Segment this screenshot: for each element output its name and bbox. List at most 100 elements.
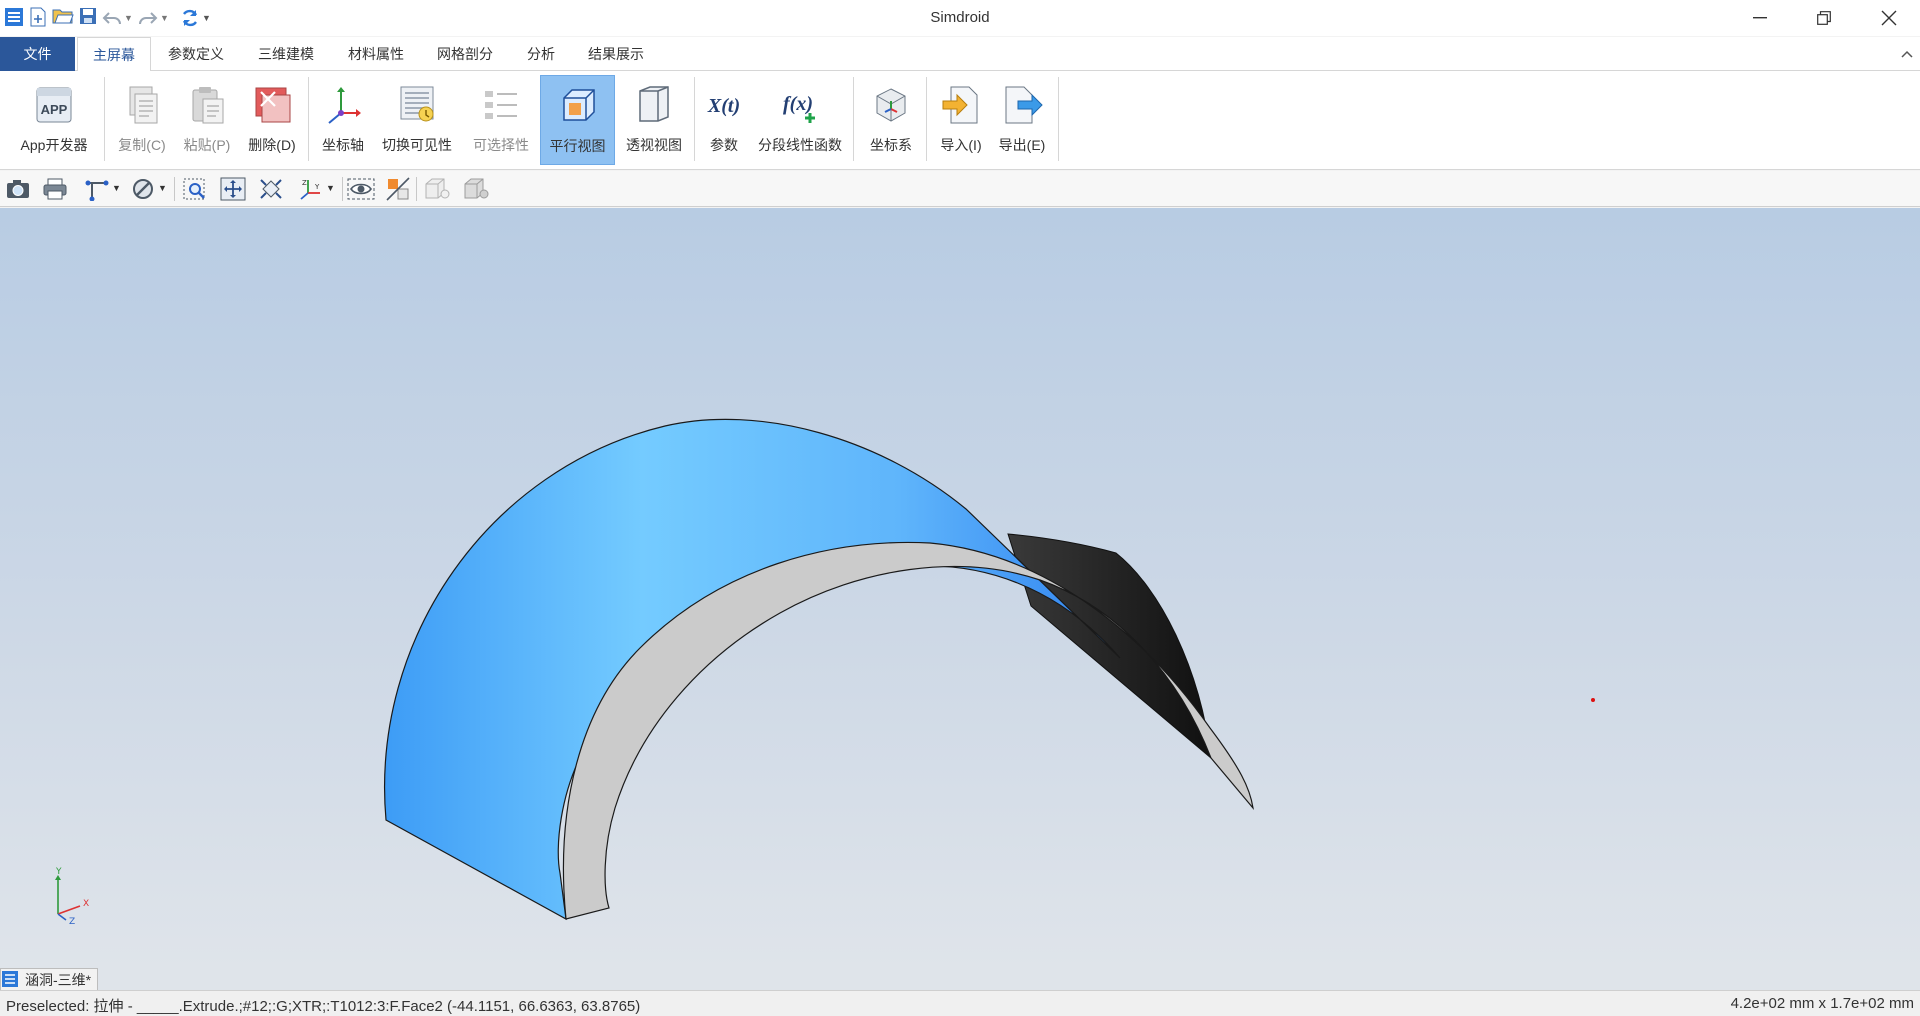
axis-button[interactable]: 坐标轴 [314, 75, 372, 165]
tab-file[interactable]: 文件 [0, 37, 75, 71]
redo-icon[interactable] [136, 7, 160, 29]
copy-button[interactable]: 复制(C) [111, 75, 173, 165]
toolbar-separator [174, 177, 175, 201]
show-hide-eye-icon[interactable] [346, 175, 376, 203]
copy-icon [120, 83, 164, 127]
save-icon[interactable] [76, 7, 100, 29]
view-toolbar: ▼ ▼ ZY ▼ [0, 171, 1920, 207]
svg-text:Y: Y [55, 867, 62, 877]
open-folder-icon[interactable] [50, 7, 76, 29]
window-title: Simdroid [930, 9, 990, 26]
app-developer-button[interactable]: APP App开发器 [10, 75, 98, 165]
coordinate-system-button[interactable]: 坐标系 [860, 75, 922, 165]
paste-button[interactable]: 粘贴(P) [176, 75, 238, 165]
selectability-icon [479, 83, 523, 127]
pick-point-marker [1591, 698, 1595, 702]
print-icon[interactable] [40, 175, 70, 203]
svg-text:f(x): f(x) [783, 93, 813, 115]
export-icon [1000, 83, 1044, 127]
delete-icon [250, 83, 294, 127]
axis-triad: Y X Z [55, 867, 89, 927]
tab-results[interactable]: 结果展示 [577, 37, 655, 71]
light-cube-icon[interactable] [422, 175, 452, 203]
toggle-visibility-icon [395, 83, 439, 127]
svg-text:APP: APP [41, 102, 68, 117]
toggle-visibility-button[interactable]: 切换可见性 [377, 75, 457, 165]
measure-dropdown-icon[interactable]: ▼ [112, 183, 121, 193]
svg-text:Z: Z [69, 917, 75, 927]
view-orientation-dropdown-icon[interactable]: ▼ [326, 183, 335, 193]
document-3d-icon [1, 970, 21, 990]
measure-icon[interactable] [82, 175, 112, 203]
model-dimensions: 4.2e+02 mm x 1.7e+02 mm [1730, 995, 1914, 1012]
ribbon-separator [926, 77, 927, 161]
customize-toolbar-icon[interactable]: ▼ [202, 13, 216, 23]
document-tab-label: 涵洞-三维* [25, 971, 92, 988]
svg-text:X: X [83, 899, 89, 909]
app-icon: APP [32, 83, 76, 127]
3d-viewport[interactable]: Y X Z [0, 208, 1920, 968]
app-developer-label: App开发器 [20, 137, 88, 153]
import-button[interactable]: 导入(I) [932, 75, 990, 165]
delete-button[interactable]: 删除(D) [241, 75, 303, 165]
view-orientation-icon[interactable]: ZY [296, 175, 326, 203]
piecewise-function-label: 分段线性函数 [758, 137, 842, 153]
parallel-view-icon [556, 84, 600, 128]
tab-materials[interactable]: 材料属性 [337, 37, 415, 71]
tab-3d-modeling[interactable]: 三维建模 [247, 37, 325, 71]
undo-icon[interactable] [100, 7, 124, 29]
ribbon-separator [1058, 77, 1059, 161]
close-button[interactable] [1858, 0, 1920, 36]
export-button[interactable]: 导出(E) [993, 75, 1051, 165]
status-bar: Preselected: 拉伸 - _____.Extrude.;#12;:G;… [0, 990, 1920, 1016]
piecewise-function-button[interactable]: f(x) 分段线性函数 [752, 75, 848, 165]
restore-button[interactable] [1793, 0, 1855, 36]
paste-label: 粘贴(P) [183, 137, 231, 153]
function-f-x-icon: f(x) [778, 83, 822, 127]
parallel-view-button[interactable]: 平行视图 [540, 75, 615, 165]
import-icon [939, 83, 983, 127]
preselection-status: Preselected: 拉伸 - _____.Extrude.;#12;:G;… [6, 998, 641, 1015]
svg-text:Z: Z [302, 179, 307, 187]
coordinate-system-icon [869, 83, 913, 127]
selectability-label: 可选择性 [473, 137, 529, 153]
tab-meshing[interactable]: 网格剖分 [426, 37, 504, 71]
document-tab[interactable]: 涵洞-三维* [0, 968, 99, 990]
selectability-button[interactable]: 可选择性 [464, 75, 538, 165]
svg-text:X(t): X(t) [707, 95, 740, 117]
title-bar: ▼ ▼ ▼ Simdroid [0, 0, 1920, 36]
color-split-icon[interactable] [383, 175, 413, 203]
pan-icon[interactable] [218, 175, 248, 203]
perspective-view-button[interactable]: 透视视图 [618, 75, 690, 165]
perspective-view-label: 透视视图 [626, 137, 682, 153]
camera-icon[interactable] [3, 175, 33, 203]
collapse-ribbon-icon[interactable] [1900, 46, 1914, 62]
parameters-button[interactable]: X(t) 参数 [700, 75, 748, 165]
zoom-window-icon[interactable] [180, 175, 210, 203]
redo-dropdown-icon[interactable]: ▼ [160, 13, 174, 23]
ribbon-separator [853, 77, 854, 161]
minimize-button[interactable] [1729, 0, 1791, 36]
parameters-label: 参数 [710, 137, 738, 153]
fit-all-icon[interactable] [256, 175, 286, 203]
clip-plane-dropdown-icon[interactable]: ▼ [158, 183, 167, 193]
copy-label: 复制(C) [118, 137, 166, 153]
clip-plane-icon[interactable] [128, 175, 158, 203]
export-label: 导出(E) [998, 137, 1046, 153]
ribbon-separator [104, 77, 105, 161]
undo-dropdown-icon[interactable]: ▼ [124, 13, 136, 23]
culvert-model[interactable]: Y X Z [0, 208, 1920, 968]
tab-analysis[interactable]: 分析 [516, 37, 566, 71]
tab-home[interactable]: 主屏幕 [77, 37, 151, 72]
svg-text:Y: Y [314, 183, 320, 191]
toolbar-separator [416, 177, 417, 201]
app-logo-icon[interactable] [4, 7, 26, 29]
toolbar-separator [342, 177, 343, 201]
tab-parameters[interactable]: 参数定义 [157, 37, 235, 71]
document-tabs: 涵洞-三维* [0, 968, 1920, 990]
refresh-icon[interactable] [178, 7, 202, 29]
ribbon-tabs: 文件 主屏幕 参数定义 三维建模 材料属性 网格剖分 分析 结果展示 [0, 37, 1920, 72]
shade-cube-icon[interactable] [461, 175, 491, 203]
axis-label: 坐标轴 [322, 137, 364, 153]
new-file-icon[interactable] [26, 7, 50, 29]
